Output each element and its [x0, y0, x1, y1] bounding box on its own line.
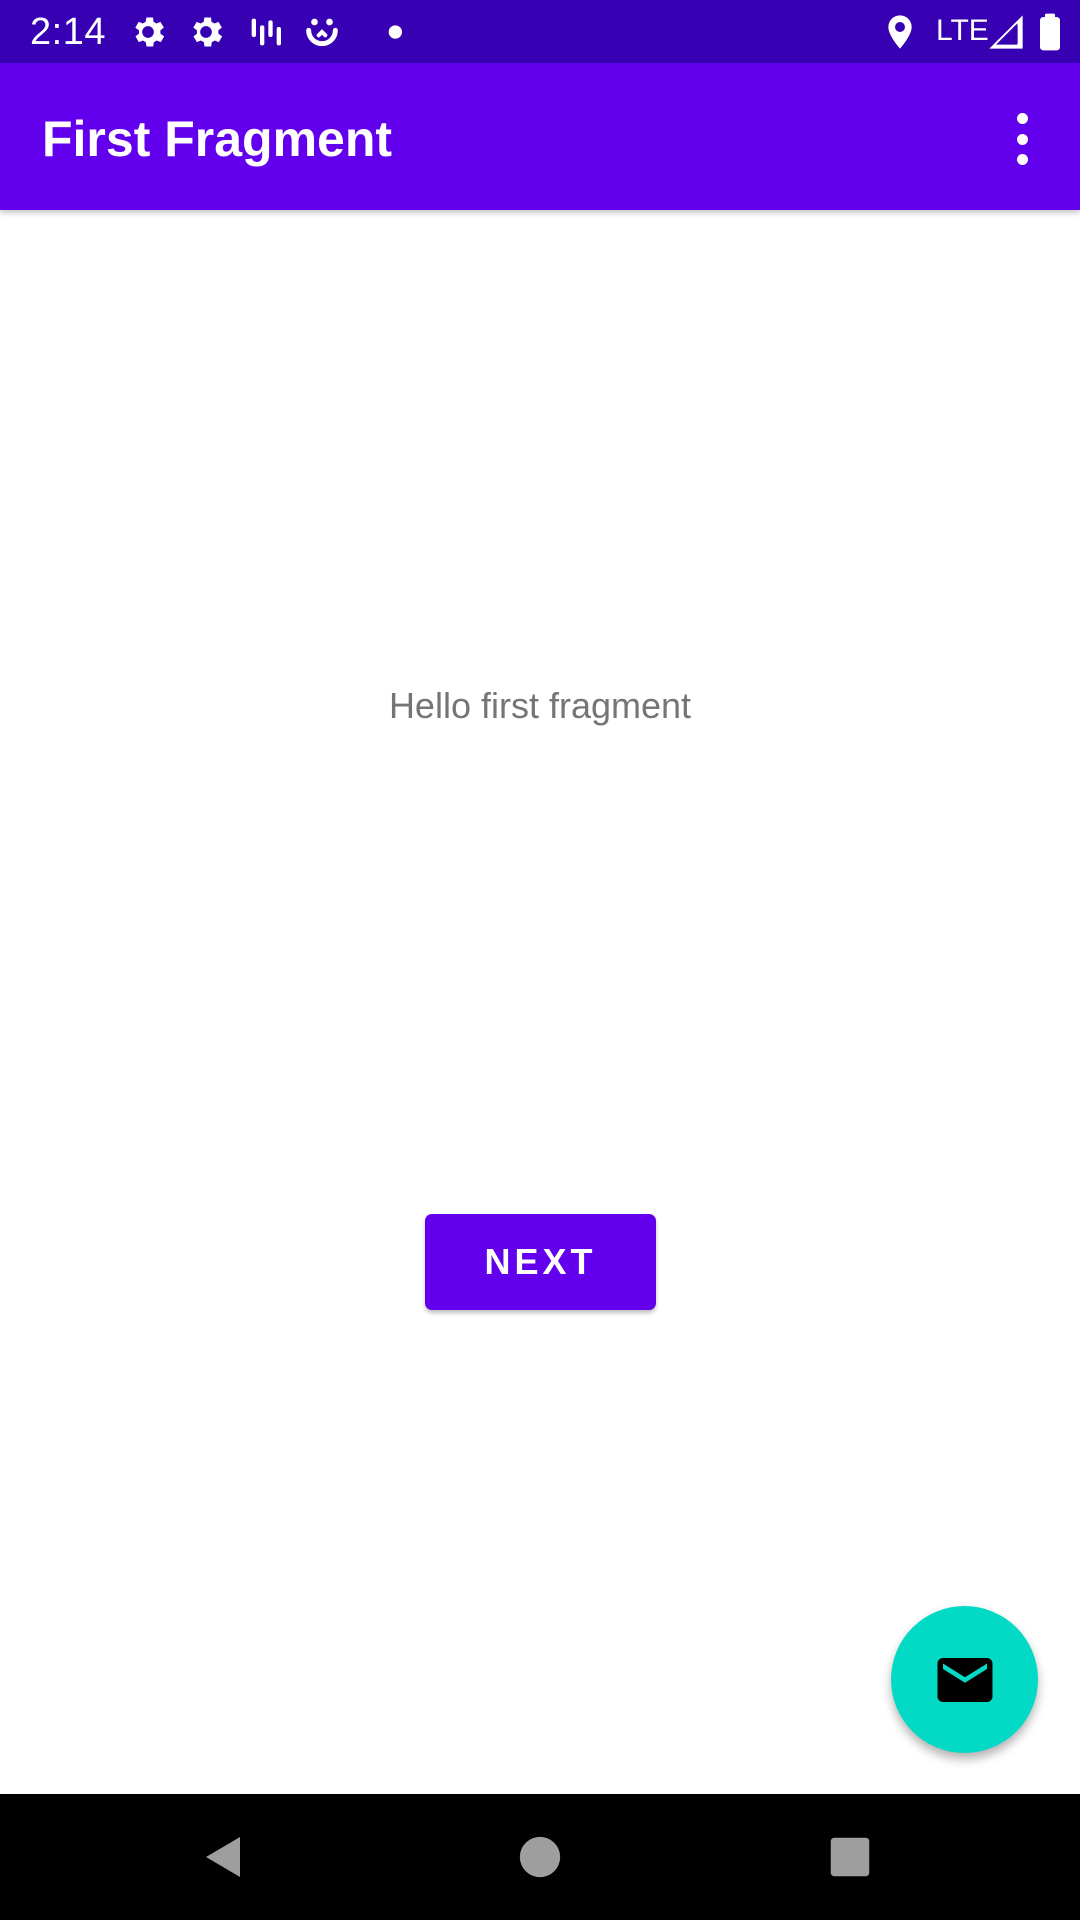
fragment-message: Hello first fragment — [388, 685, 692, 726]
next-button[interactable]: NEXT — [425, 1214, 656, 1310]
back-button[interactable] — [194, 1827, 254, 1887]
notification-dot-icon — [388, 25, 402, 39]
settings-icon — [193, 17, 223, 47]
sound-bars-icon — [251, 18, 281, 46]
overflow-menu-icon — [1016, 113, 1028, 124]
smiley-icon — [306, 18, 338, 47]
battery-icon — [1040, 13, 1060, 51]
recents-button[interactable] — [820, 1827, 880, 1887]
network-type-label: LTE — [936, 14, 989, 47]
email-fab-button[interactable] — [891, 1606, 1038, 1753]
home-icon — [519, 1836, 561, 1878]
settings-icon — [135, 17, 165, 47]
app-bar: First Fragment — [0, 63, 1080, 210]
overflow-menu-button[interactable] — [998, 107, 1046, 171]
fragment-content: Hello first fragment NEXT — [0, 210, 1080, 1794]
recents-icon — [830, 1837, 870, 1877]
mail-icon — [937, 1657, 992, 1702]
page-title: First Fragment — [42, 111, 393, 167]
system-navigation-bar — [0, 1794, 1080, 1920]
home-button[interactable] — [510, 1827, 570, 1887]
location-icon — [888, 15, 912, 49]
back-icon — [206, 1837, 240, 1877]
status-time: 2:14 — [30, 11, 106, 53]
status-bar: 2:14 LTE — [0, 0, 1080, 63]
signal-icon — [989, 15, 1023, 49]
